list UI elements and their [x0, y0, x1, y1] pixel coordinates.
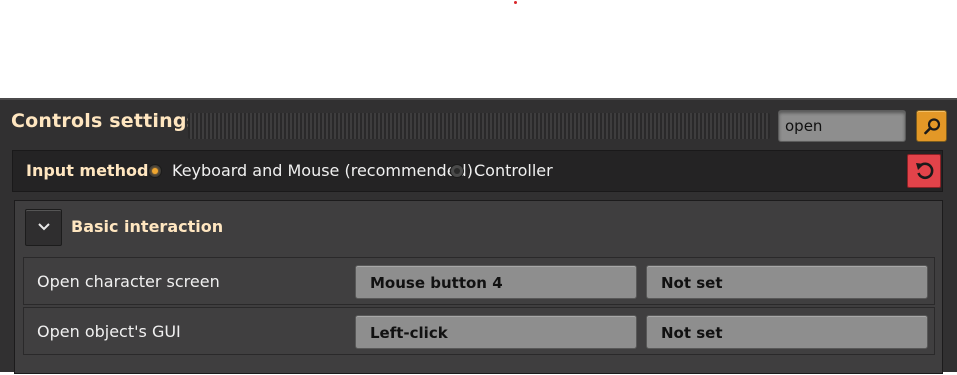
reset-button[interactable] — [907, 154, 941, 188]
titlebar: Controls settings — [0, 100, 957, 148]
secondary-binding-button[interactable]: Not set — [646, 315, 928, 349]
radio-keyboard-mouse-label[interactable]: Keyboard and Mouse (recommended) — [172, 161, 473, 180]
action-label: Open character screen — [37, 272, 220, 291]
chevron-down-icon — [38, 223, 50, 231]
primary-binding-button[interactable]: Left-click — [355, 315, 637, 349]
settings-panel: Basic interaction Open character screen … — [14, 200, 943, 374]
binding-label: Not set — [661, 274, 723, 292]
primary-binding-button[interactable]: Mouse button 4 — [355, 265, 637, 299]
magnifier-icon — [924, 118, 941, 135]
section-title: Basic interaction — [71, 217, 224, 236]
binding-label: Not set — [661, 324, 723, 342]
keybinding-row: Open object's GUI Left-click Not set — [23, 307, 935, 355]
section-header: Basic interaction — [15, 201, 942, 257]
binding-label: Mouse button 4 — [370, 274, 503, 292]
window-title: Controls settings — [11, 110, 199, 132]
reset-icon — [916, 162, 934, 180]
drag-handle[interactable] — [188, 113, 770, 139]
red-dot-marker — [514, 1, 517, 4]
radio-controller-label[interactable]: Controller — [474, 161, 553, 180]
controls-settings-window: Controls settings Input method: Keyboard… — [0, 98, 957, 374]
input-method-label: Input method: — [26, 161, 155, 180]
secondary-binding-button[interactable]: Not set — [646, 265, 928, 299]
input-method-bar: Input method: Keyboard and Mouse (recomm… — [12, 150, 943, 192]
search-button[interactable] — [916, 110, 947, 142]
binding-label: Left-click — [370, 324, 448, 342]
radio-keyboard-mouse[interactable] — [148, 164, 162, 178]
search-input[interactable] — [778, 110, 906, 142]
keybinding-row: Open character screen Mouse button 4 Not… — [23, 257, 935, 305]
collapse-button[interactable] — [25, 209, 62, 246]
action-label: Open object's GUI — [37, 322, 181, 341]
keybinding-list: Open character screen Mouse button 4 Not… — [23, 257, 935, 375]
radio-controller[interactable] — [450, 164, 464, 178]
